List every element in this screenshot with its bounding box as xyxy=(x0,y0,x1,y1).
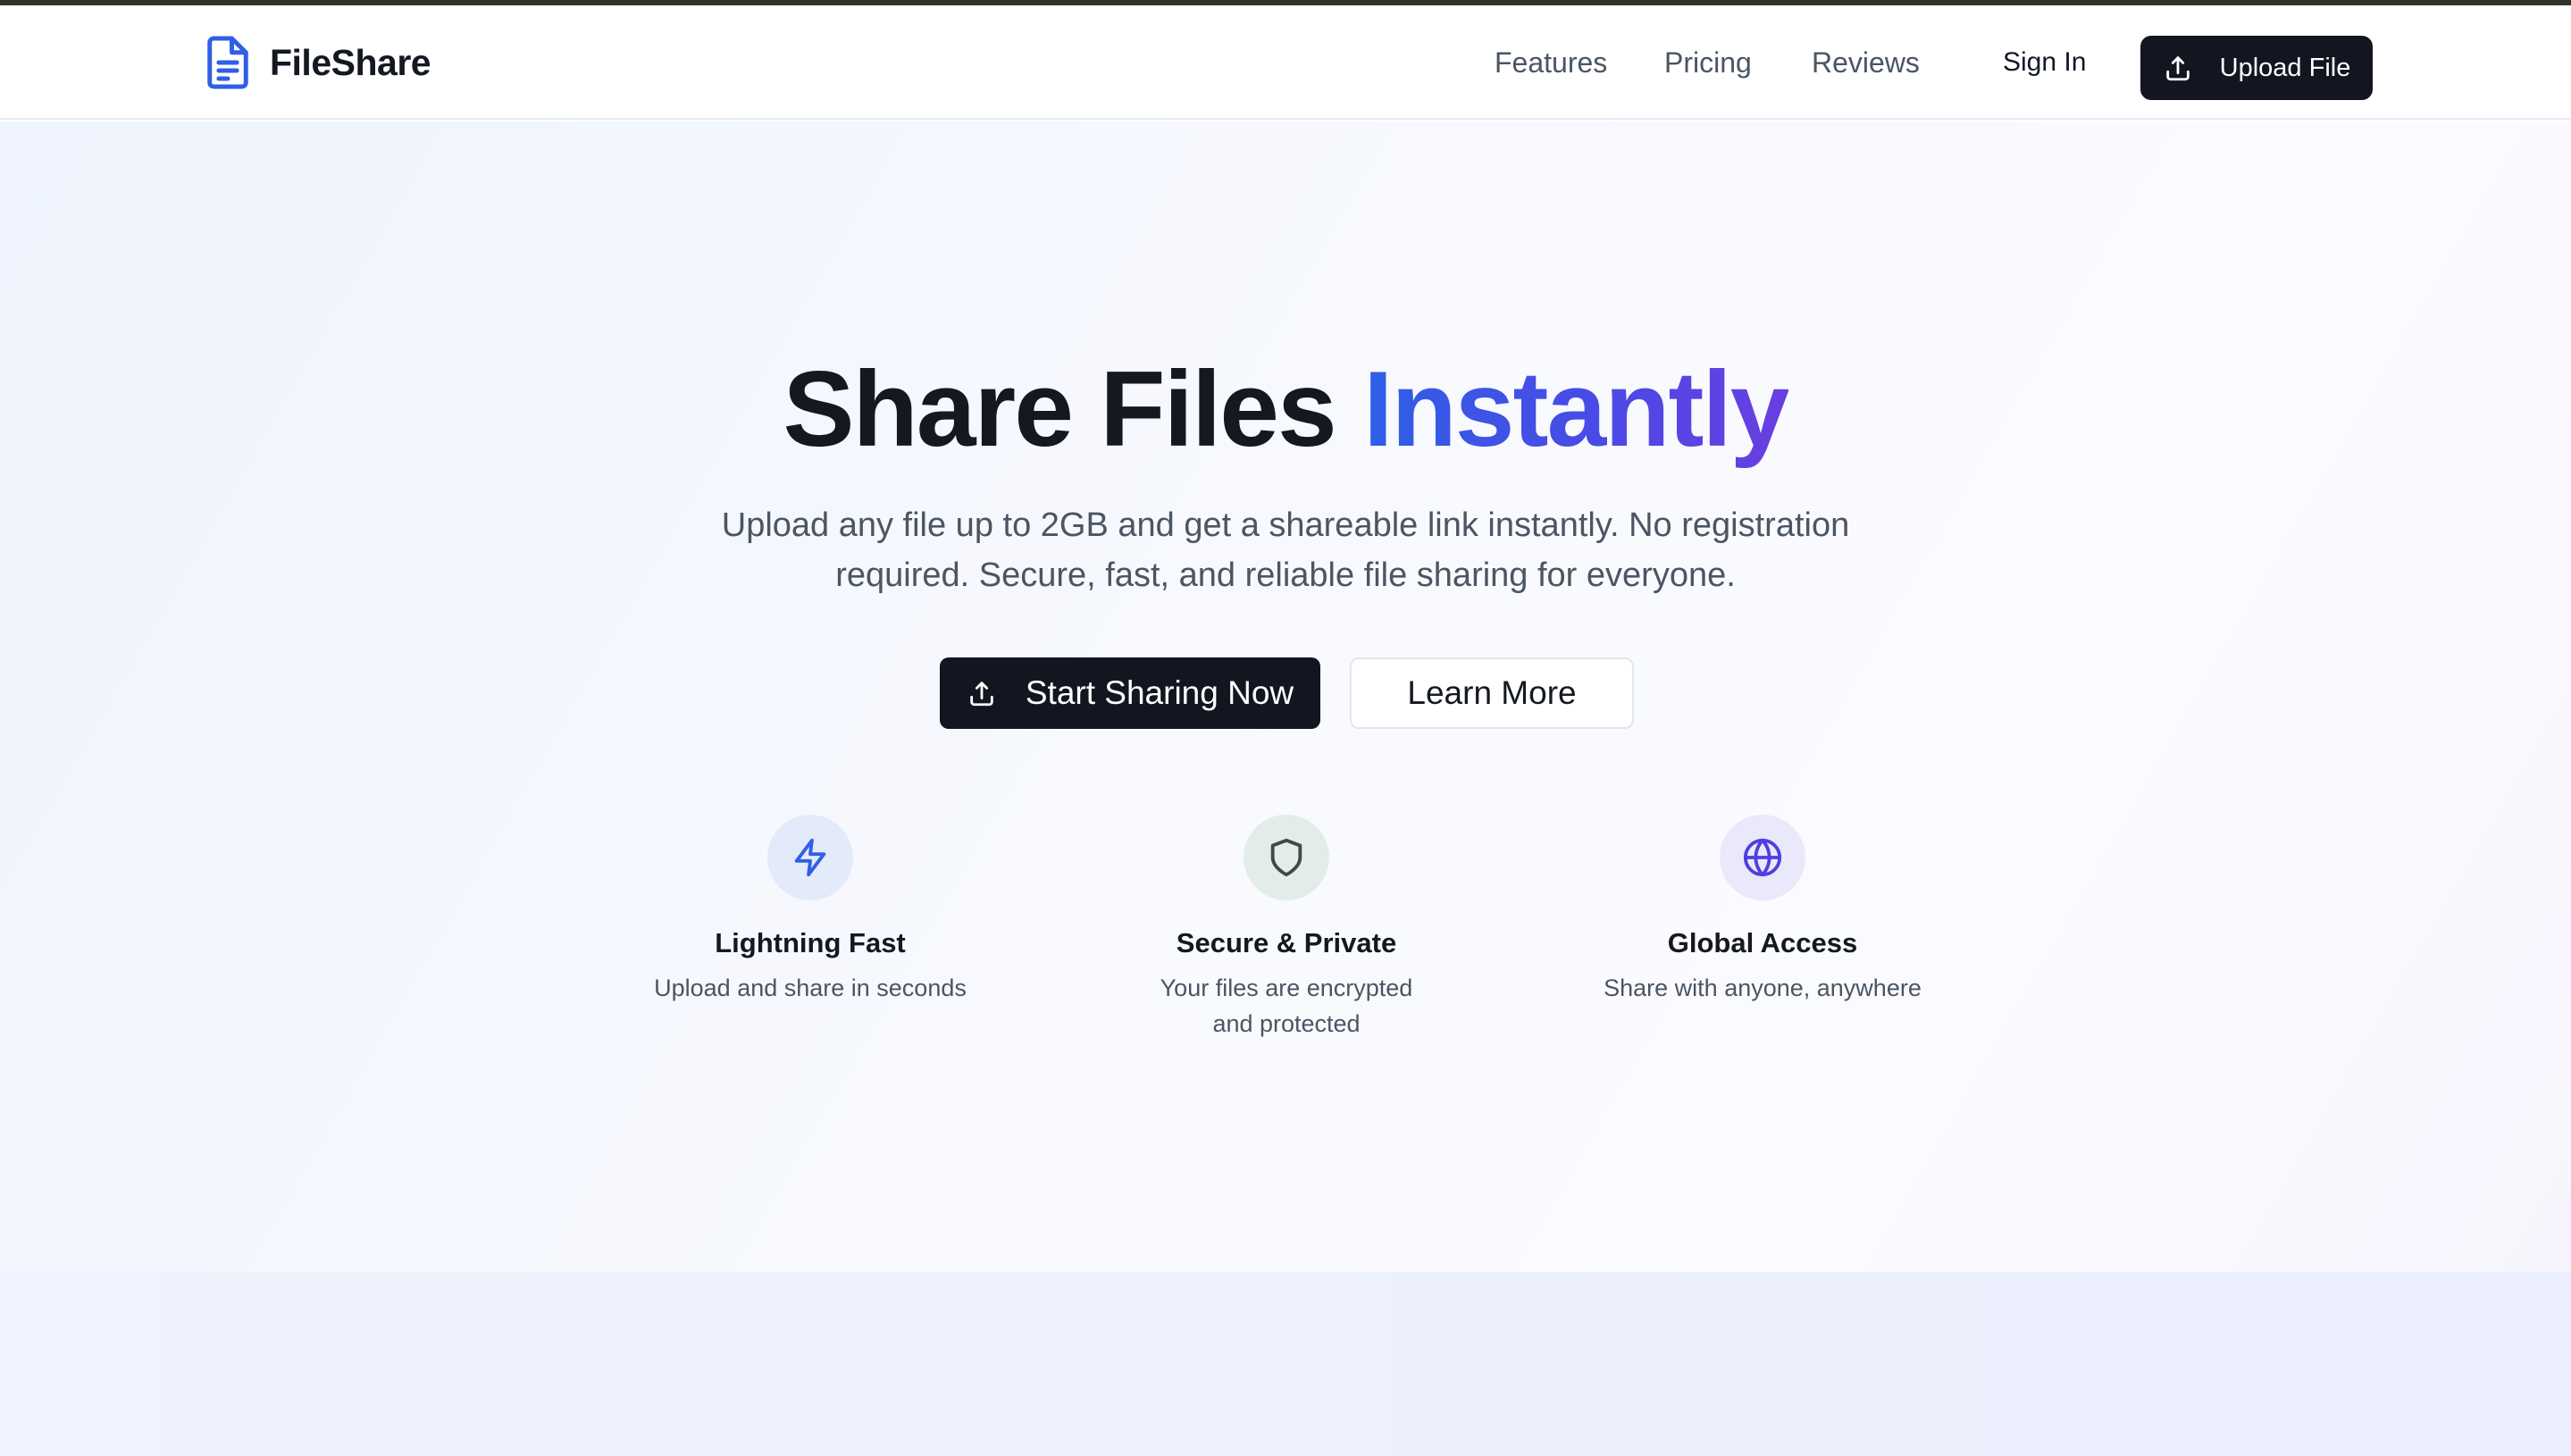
upload-file-button[interactable]: Upload File xyxy=(2140,36,2373,100)
hero-title: Share Files Instantly xyxy=(0,347,2571,472)
upload-file-label: Upload File xyxy=(2219,53,2351,82)
shield-icon xyxy=(1270,838,1302,877)
sign-in-button[interactable]: Sign In xyxy=(2003,45,2086,80)
feature-description: Upload and share in seconds xyxy=(654,975,967,1001)
globe-icon xyxy=(1743,838,1782,877)
brand-logo[interactable]: FileShare xyxy=(204,34,431,91)
file-text-icon xyxy=(207,36,248,89)
upload-icon xyxy=(2165,56,2190,81)
hero-subtitle: Upload any file up to 2GB and get a shar… xyxy=(721,506,1850,594)
next-section xyxy=(0,1272,2571,1456)
lightning-icon xyxy=(794,838,826,877)
feature-title: Lightning Fast xyxy=(715,927,906,958)
upload-icon xyxy=(970,682,993,707)
feature-icon-circle xyxy=(1244,815,1329,900)
hero-title-main: Share Files xyxy=(783,349,1364,469)
learn-more-label: Learn More xyxy=(1407,674,1577,711)
feature-secure-private: Secure & Private Your files are encrypte… xyxy=(1081,815,1492,1042)
hero-section: Share Files Instantly Upload any file up… xyxy=(0,121,2571,1272)
brand-name: FileShare xyxy=(270,41,431,83)
nav-link-features[interactable]: Features xyxy=(1495,45,1607,80)
nav-link-reviews[interactable]: Reviews xyxy=(1812,45,1920,80)
start-sharing-label: Start Sharing Now xyxy=(1025,674,1294,711)
feature-icon-circle xyxy=(767,815,853,900)
feature-global-access: Global Access Share with anyone, anywher… xyxy=(1557,815,1968,1006)
start-sharing-button[interactable]: Start Sharing Now xyxy=(940,657,1320,729)
learn-more-button[interactable]: Learn More xyxy=(1350,657,1634,729)
feature-lightning-fast: Lightning Fast Upload and share in secon… xyxy=(605,815,1016,1006)
feature-title: Global Access xyxy=(1667,927,1858,958)
hero-title-accent: Instantly xyxy=(1363,349,1789,469)
feature-title: Secure & Private xyxy=(1176,927,1397,958)
feature-description: Your files are encrypted and protected xyxy=(1160,975,1413,1037)
feature-description: Share with anyone, anywhere xyxy=(1604,975,1922,1001)
feature-icon-circle xyxy=(1720,815,1805,900)
nav-link-pricing[interactable]: Pricing xyxy=(1664,45,1752,80)
navbar: FileShare Features Pricing Reviews Sign … xyxy=(0,5,2571,120)
